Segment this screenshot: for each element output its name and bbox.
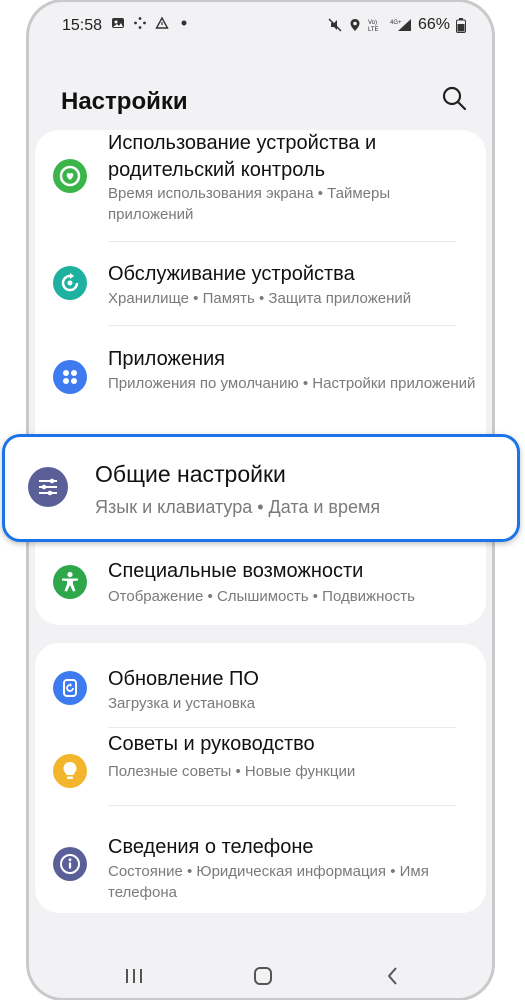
location-icon (350, 19, 360, 31)
device-care-icon (53, 266, 87, 300)
settings-item-apps[interactable]: Приложения Приложения по умолчанию • Нас… (35, 326, 486, 426)
sliders-icon (28, 467, 68, 507)
home-icon[interactable] (251, 964, 275, 988)
mute-icon (328, 18, 342, 32)
recent-apps-icon[interactable] (122, 964, 146, 988)
status-time: 15:58 (62, 17, 103, 34)
item-title: Специальные возможности (108, 560, 364, 582)
accessibility-icon (53, 565, 87, 599)
svg-text:LTE: LTE (368, 27, 379, 32)
status-bar: 15:58 Vo) LTE 4G+ 66% (29, 2, 492, 48)
lightbulb-icon (53, 754, 87, 788)
volte-icon: Vo)LTE (368, 20, 379, 32)
settings-item-accessibility[interactable]: Специальные возможности Отображение • Сл… (35, 550, 486, 625)
divider (108, 805, 456, 806)
settings-group-1: Использование устройства и родительский … (35, 130, 486, 625)
item-title: Обновление ПО (108, 668, 259, 690)
item-subtitle: Полезные советы • Новые функции (108, 763, 356, 780)
settings-item-about-phone[interactable]: Сведения о телефоне Состояние • Юридичес… (35, 811, 486, 913)
page-title: Настройки (61, 88, 188, 115)
item-subtitle: Состояние • Юридическая информация • Имя… (108, 863, 429, 901)
battery-icon (456, 17, 466, 33)
dot-icon (181, 20, 187, 26)
settings-item-tips[interactable]: Советы и руководство Полезные советы • Н… (35, 728, 486, 811)
item-subtitle: Время использования экрана • Таймеры при… (108, 185, 391, 223)
settings-item-general-highlighted[interactable]: Общие настройки Язык и клавиатура • Дата… (2, 434, 520, 542)
back-icon[interactable] (381, 964, 405, 988)
4g-signal-icon: 4G+ (390, 19, 411, 31)
item-subtitle: Приложения по умолчанию • Настройки прил… (108, 375, 476, 392)
item-subtitle: Язык и клавиатура • Дата и время (95, 497, 381, 517)
settings-item-device-care[interactable]: Обслуживание устройства Хранилище • Памя… (35, 242, 486, 326)
info-icon (53, 847, 87, 881)
wellbeing-icon (53, 159, 87, 193)
item-title: Советы и руководство (108, 733, 315, 755)
item-title: Обслуживание устройства (108, 263, 355, 285)
dots-icon (134, 17, 146, 29)
svg-text:Vo): Vo) (368, 20, 377, 26)
item-title-line2: родительский контроль (108, 159, 325, 181)
warning-icon (155, 16, 169, 29)
svg-text:4G+: 4G+ (390, 20, 402, 26)
item-subtitle: Загрузка и установка (108, 695, 256, 712)
navigation-bar (29, 952, 492, 998)
battery-percent: 66% (417, 16, 450, 33)
item-title: Общие настройки (95, 461, 286, 487)
item-title: Использование устройства и (108, 132, 377, 154)
settings-item-digital-wellbeing[interactable]: Использование устройства и родительский … (35, 130, 486, 242)
search-icon[interactable] (440, 84, 468, 112)
settings-group-2: Обновление ПО Загрузка и установка Совет… (35, 643, 486, 913)
settings-item-software-update[interactable]: Обновление ПО Загрузка и установка (35, 643, 486, 728)
item-title: Сведения о телефоне (108, 836, 314, 858)
apps-icon (53, 360, 87, 394)
gallery-icon (112, 18, 124, 28)
update-icon (53, 671, 87, 705)
item-subtitle: Отображение • Слышимость • Подвижность (108, 588, 415, 605)
item-subtitle: Хранилище • Память • Защита приложений (108, 290, 412, 307)
item-title: Приложения (108, 348, 226, 370)
